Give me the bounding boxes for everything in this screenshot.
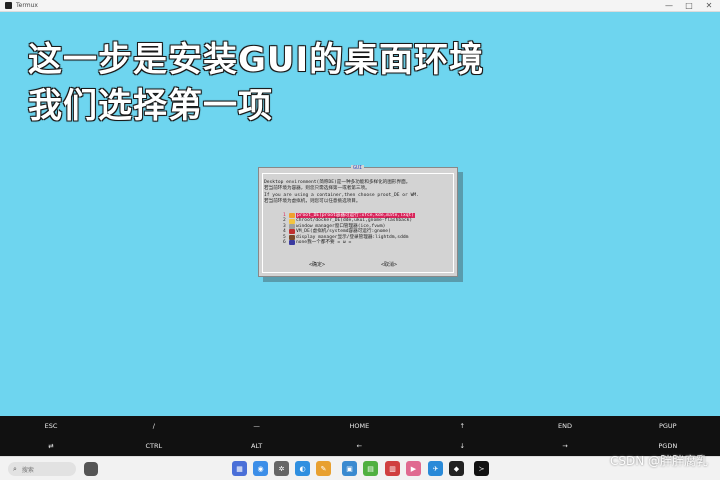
cancel-button[interactable]: <取消> [381,261,397,268]
extra-key[interactable]: ↓ [411,436,513,456]
dialog-intro-line: 若当前环境为虚拟机，则您可以任意挑选项目。 [264,198,361,204]
window-title: Termux [16,2,38,9]
terminal-icon[interactable]: ≻ [474,461,489,476]
window-controls: — □ ✕ [664,1,714,11]
task-view-button[interactable] [84,462,98,476]
settings-icon[interactable]: ✲ [274,461,289,476]
image-viewer-icon[interactable]: ▣ [342,461,357,476]
extra-key[interactable]: / [103,416,205,436]
caption-line-1: 这一步是安装GUI的桌面环境 [28,40,485,80]
network-icon[interactable]: ✈ [428,461,443,476]
termux-app-icon [5,2,12,9]
extra-keys-bar: ESC / — HOME ↑ END PGUP ⇄ CTRL ALT ← ↓ → PGDN [0,416,720,456]
dialog-title: GUI [351,165,365,171]
extra-key[interactable]: ↑ [411,416,513,436]
taskbar-search[interactable]: ⌕ 搜索 [8,462,76,476]
extra-key[interactable]: PGUP [617,416,719,436]
app-store-icon[interactable]: ▤ [363,461,378,476]
browser-icon[interactable]: ◐ [295,461,310,476]
ok-button[interactable]: <确定> [309,261,325,268]
terminal-area[interactable]: 这一步是安装GUI的桌面环境 我们选择第一项 GUI Desktop envir… [0,12,720,416]
maximize-button[interactable]: □ [684,1,694,11]
extra-key[interactable]: HOME [308,416,410,436]
search-placeholder: 搜索 [21,466,34,474]
caption-line-2: 我们选择第一项 [28,86,273,126]
game-icon[interactable]: ◆ [449,461,464,476]
dialog-option[interactable]: 6 none我一个都不要 = ω = [283,240,352,246]
extra-key[interactable]: ALT [206,436,308,456]
calendar-icon[interactable]: ▥ [385,461,400,476]
screen: Termux — □ ✕ 这一步是安装GUI的桌面环境 我们选择第一项 GUI … [0,0,720,480]
extra-key[interactable]: ESC [0,416,102,436]
extra-key[interactable]: → [514,436,616,456]
option-emoji-icon [289,240,295,246]
option-label: none我一个都不要 = ω = [296,240,352,245]
editor-icon[interactable]: ✎ [316,461,331,476]
extra-key[interactable]: END [514,416,616,436]
extra-key[interactable]: CTRL [103,436,205,456]
extra-key[interactable]: ⇄ [0,436,102,456]
window-titlebar[interactable]: Termux — □ ✕ [0,0,720,12]
gui-dialog: GUI Desktop environment(简称DE)是一种多功能和多样化的… [258,165,458,277]
extra-key[interactable]: ← [308,436,410,456]
extra-key[interactable]: — [206,416,308,436]
launcher-icon[interactable]: ▦ [232,461,247,476]
watermark: CSDN @胖胖腐乳 [609,454,708,468]
search-icon: ⌕ [13,464,17,473]
file-manager-icon[interactable]: ◉ [253,461,268,476]
minimize-button[interactable]: — [664,1,674,11]
dialog-intro-line: 若当前环境为容器，则您只需选择第一或者第三项。 [264,185,370,191]
close-button[interactable]: ✕ [704,1,714,11]
video-icon[interactable]: ▶ [406,461,421,476]
